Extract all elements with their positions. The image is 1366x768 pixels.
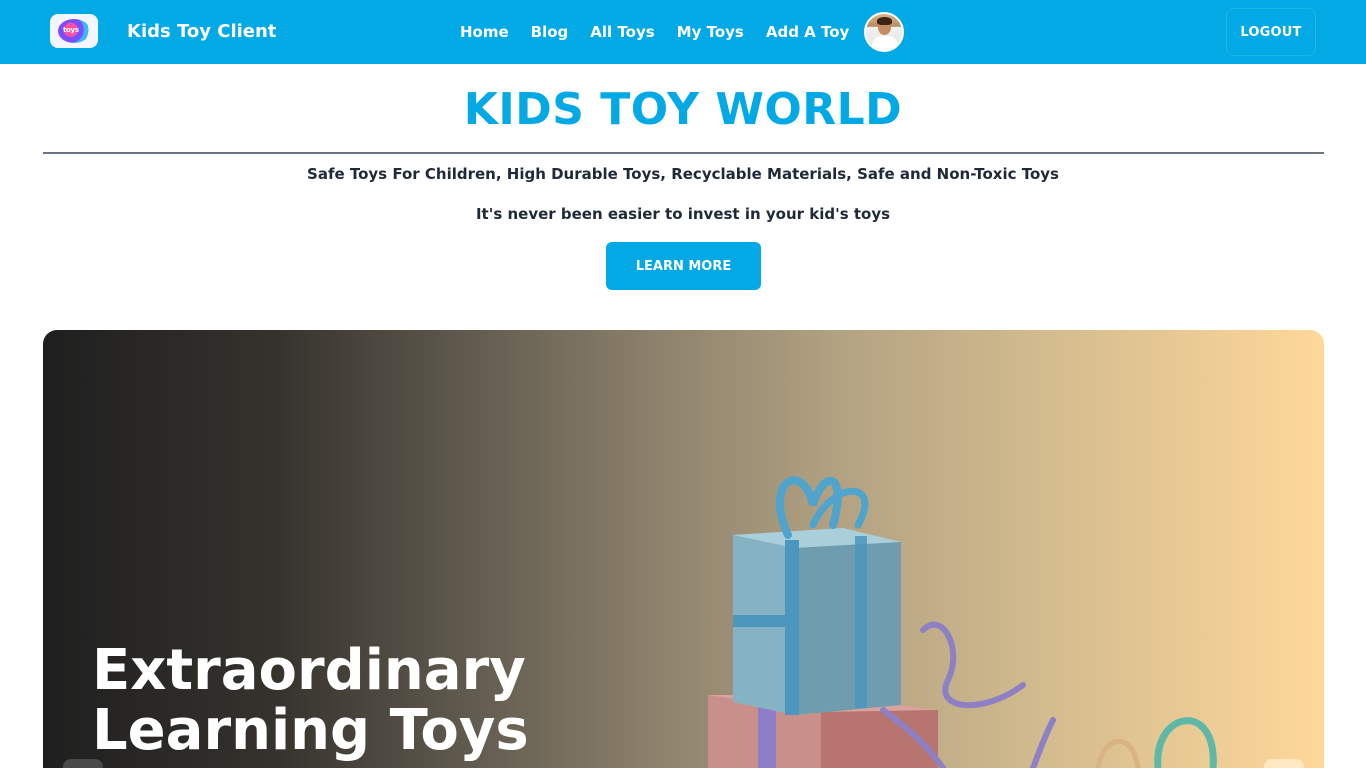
user-avatar[interactable] (864, 12, 905, 52)
slide-heading: Extraordinary Learning Toys (92, 641, 529, 761)
hero-tagline: Safe Toys For Children, High Durable Toy… (307, 165, 1059, 183)
brand-title[interactable]: Kids Toy Client (127, 21, 276, 42)
slide-heading-line-1: Extraordinary (92, 638, 526, 703)
nav-link-all-toys[interactable]: All Toys (579, 15, 665, 49)
nav-link-my-toys[interactable]: My Toys (666, 15, 755, 49)
navbar: toys Kids Toy Client Home Blog All Toys … (0, 0, 1366, 64)
hero-carousel: Extraordinary Learning Toys (43, 330, 1324, 768)
site-logo: toys (50, 14, 98, 48)
logo-text: toys (63, 26, 79, 34)
divider (43, 152, 1324, 154)
page-title: KIDS TOY WORLD (463, 84, 903, 135)
nav-link-home[interactable]: Home (449, 15, 520, 49)
slide-heading-line-2: Learning Toys (92, 698, 529, 763)
nav-links: Home Blog All Toys My Toys Add A Toy (449, 8, 905, 56)
logout-button[interactable]: LOGOUT (1226, 8, 1316, 56)
learn-more-button[interactable]: LEARN MORE (606, 242, 761, 290)
hero-subline: It's never been easier to invest in your… (475, 205, 891, 223)
nav-link-add-a-toy[interactable]: Add A Toy (755, 15, 860, 49)
carousel-next-button[interactable] (1264, 759, 1304, 768)
carousel-prev-button[interactable] (63, 759, 103, 768)
brand[interactable]: toys Kids Toy Client (50, 14, 276, 48)
nav-link-blog[interactable]: Blog (520, 15, 580, 49)
